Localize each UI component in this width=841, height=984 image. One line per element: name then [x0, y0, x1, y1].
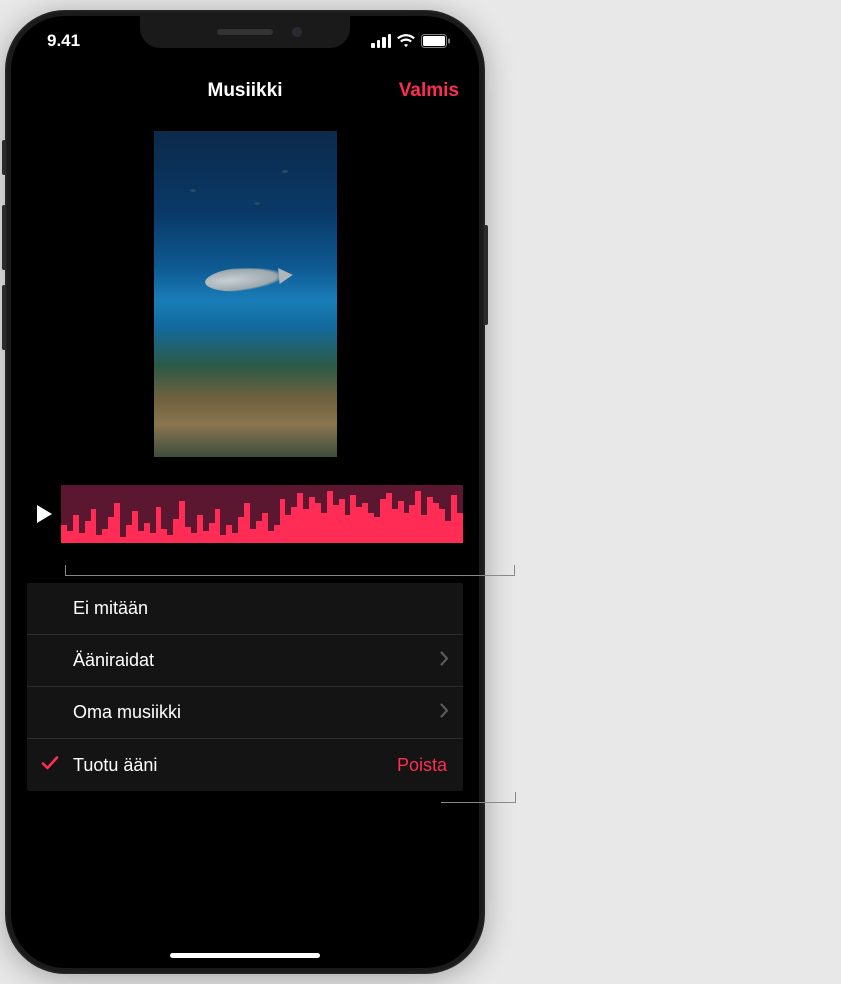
video-preview[interactable]: [11, 116, 479, 471]
option-none[interactable]: Ei mitään: [27, 583, 463, 635]
nav-bar: Musiikki Valmis: [11, 66, 479, 116]
speaker-grille: [217, 29, 273, 35]
notch: [140, 16, 350, 48]
callout-line-waveform: [65, 575, 515, 576]
chevron-right-icon: [440, 650, 449, 671]
chevron-right-icon: [440, 702, 449, 723]
screen: 9.41 Musiikki Valmis: [11, 16, 479, 968]
status-time: 9.41: [47, 31, 80, 51]
delete-button[interactable]: Poista: [397, 755, 447, 776]
option-label: Ei mitään: [73, 598, 148, 619]
option-label: Tuotu ääni: [73, 755, 157, 776]
callout-tick: [515, 792, 516, 802]
callout-tick: [514, 565, 515, 575]
home-indicator[interactable]: [170, 953, 320, 958]
checkmark-icon: [41, 755, 59, 776]
volume-up-button: [2, 205, 6, 270]
option-my-music[interactable]: Oma musiikki: [27, 687, 463, 739]
callout-line-delete: [441, 802, 516, 803]
option-imported-audio[interactable]: Tuotu ääni Poista: [27, 739, 463, 791]
battery-icon: [421, 34, 451, 48]
mute-switch: [2, 140, 6, 175]
wifi-icon: [397, 34, 415, 48]
video-thumbnail: [154, 131, 337, 457]
cellular-signal-icon: [371, 34, 391, 48]
music-options-list: Ei mitään Ääniraidat Oma musiikki Tuotu …: [27, 583, 463, 791]
option-label: Oma musiikki: [73, 702, 181, 723]
front-camera: [292, 27, 302, 37]
audio-waveform-row: [27, 485, 463, 543]
volume-down-button: [2, 285, 6, 350]
option-label: Ääniraidat: [73, 650, 154, 671]
page-title: Musiikki: [208, 80, 283, 102]
audio-waveform[interactable]: [61, 485, 463, 543]
callout-tick: [65, 565, 66, 575]
side-button: [484, 225, 488, 325]
play-button[interactable]: [27, 485, 61, 543]
done-button[interactable]: Valmis: [399, 80, 459, 102]
option-soundtracks[interactable]: Ääniraidat: [27, 635, 463, 687]
phone-frame: 9.41 Musiikki Valmis: [5, 10, 485, 974]
